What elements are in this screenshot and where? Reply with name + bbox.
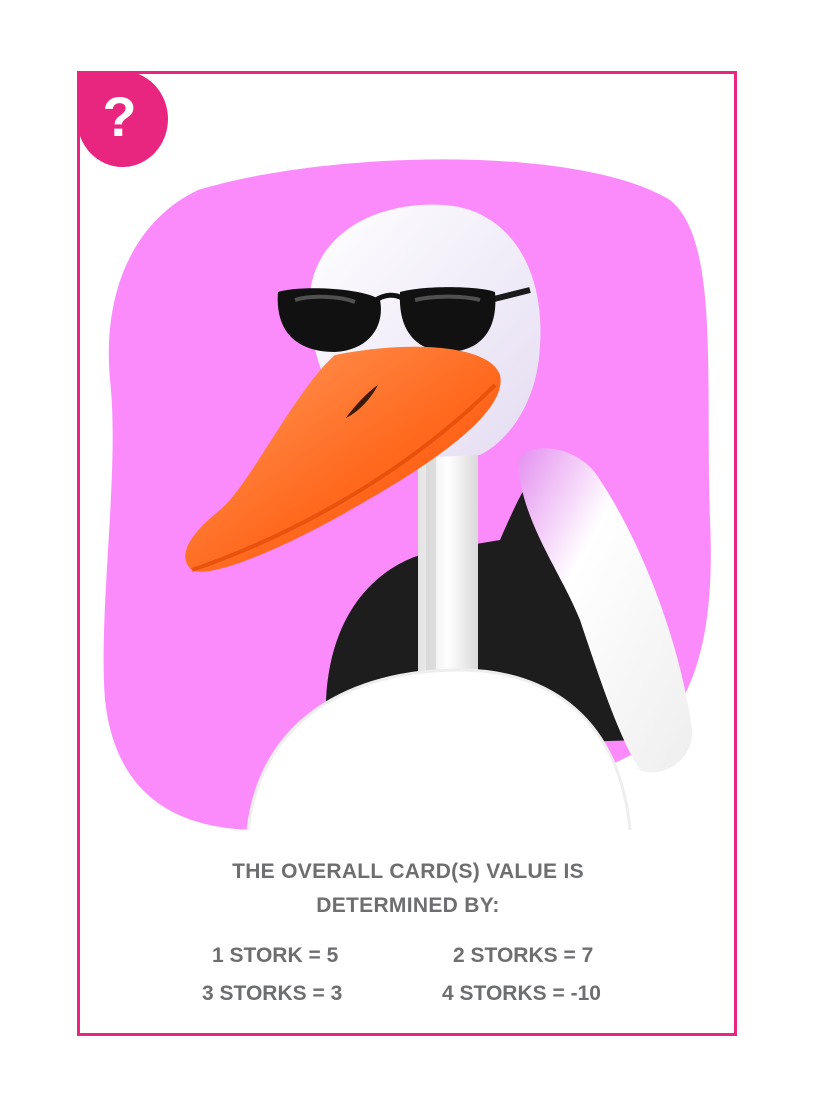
value-item: 3 STORKS = 3 xyxy=(202,982,343,1005)
value-item: 2 STORKS = 7 xyxy=(453,944,594,967)
stork-illustration xyxy=(103,159,711,831)
value-item: 1 STORK = 5 xyxy=(212,944,339,967)
question-mark-icon: ? xyxy=(102,85,137,148)
value-rules: THE OVERALL CARD(S) VALUE IS DETERMINED … xyxy=(80,855,736,923)
value-table: 1 STORK = 5 2 STORKS = 7 3 STORKS = 3 4 … xyxy=(80,940,736,1020)
rules-heading-line1: THE OVERALL CARD(S) VALUE IS xyxy=(232,860,584,883)
rules-heading-line2: DETERMINED BY: xyxy=(316,894,500,917)
value-item: 4 STORKS = -10 xyxy=(442,982,601,1005)
